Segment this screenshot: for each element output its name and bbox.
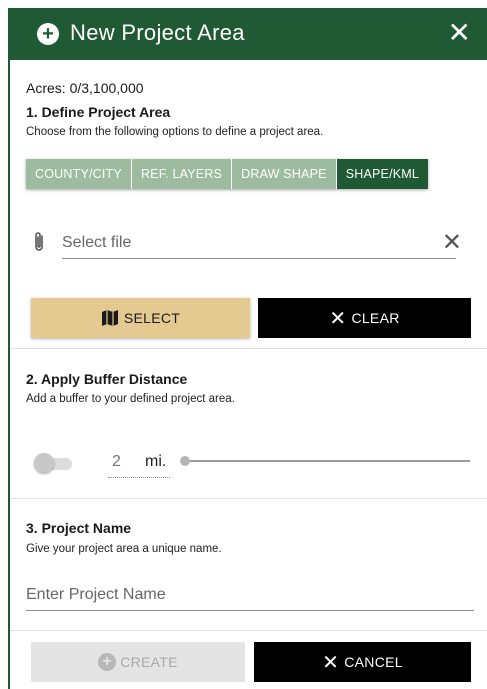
paperclip-icon[interactable] <box>32 230 46 254</box>
section-buffer-description: Add a buffer to your defined project are… <box>26 393 235 405</box>
select-button[interactable]: SELECT <box>31 298 250 338</box>
buffer-distance-field[interactable]: 2 mi. <box>108 451 170 478</box>
clear-button-label: CLEAR <box>351 310 400 326</box>
buffer-distance-value: 2 <box>112 453 121 470</box>
select-file-input[interactable] <box>62 228 456 259</box>
define-method-tabs: COUNTY/CITY REF. LAYERS DRAW SHAPE SHAPE… <box>26 159 429 189</box>
close-icon: ✕ <box>322 651 340 674</box>
panel-title: New Project Area <box>70 20 245 45</box>
project-name-input[interactable] <box>26 580 474 611</box>
cancel-button[interactable]: ✕ CANCEL <box>254 642 471 682</box>
create-button-label: CREATE <box>120 654 178 670</box>
cancel-button-label: CANCEL <box>344 654 403 670</box>
section-define-description: Choose from the following options to def… <box>26 126 324 138</box>
plus-circle-icon: + <box>37 23 59 45</box>
divider <box>10 348 487 349</box>
acres-counter: Acres: 0/3,100,000 <box>26 80 144 96</box>
section-define-title: 1. Define Project Area <box>26 104 171 120</box>
tab-ref-layers[interactable]: REF. LAYERS <box>131 159 233 189</box>
plus-circle-icon: + <box>98 653 117 671</box>
file-select-row: ✕ <box>26 228 466 260</box>
divider <box>10 630 487 631</box>
tab-county-city[interactable]: COUNTY/CITY <box>26 159 132 189</box>
divider <box>10 498 487 499</box>
buffer-unit: mi. <box>145 453 167 470</box>
toggle-knob <box>34 453 54 473</box>
slider-rail <box>184 460 470 462</box>
new-project-area-panel: + New Project Area ✕ Acres: 0/3,100,000 … <box>8 8 487 689</box>
tab-draw-shape[interactable]: DRAW SHAPE <box>232 159 337 189</box>
create-button[interactable]: + CREATE <box>31 642 245 682</box>
section-buffer-title: 2. Apply Buffer Distance <box>26 371 188 387</box>
section-name-title: 3. Project Name <box>26 520 132 536</box>
buffer-slider[interactable] <box>180 454 470 468</box>
section-name-description: Give your project area a unique name. <box>26 543 222 555</box>
clear-file-icon[interactable]: ✕ <box>442 228 462 257</box>
clear-button[interactable]: ✕ CLEAR <box>258 298 471 338</box>
tab-shape-kml[interactable]: SHAPE/KML <box>336 159 429 189</box>
close-icon[interactable]: ✕ <box>448 19 471 47</box>
select-button-label: SELECT <box>123 310 181 326</box>
buffer-toggle[interactable] <box>34 452 74 474</box>
panel-header: + New Project Area ✕ <box>10 8 487 60</box>
map-icon <box>101 309 119 327</box>
close-icon: ✕ <box>329 307 347 330</box>
slider-thumb[interactable] <box>180 456 190 466</box>
